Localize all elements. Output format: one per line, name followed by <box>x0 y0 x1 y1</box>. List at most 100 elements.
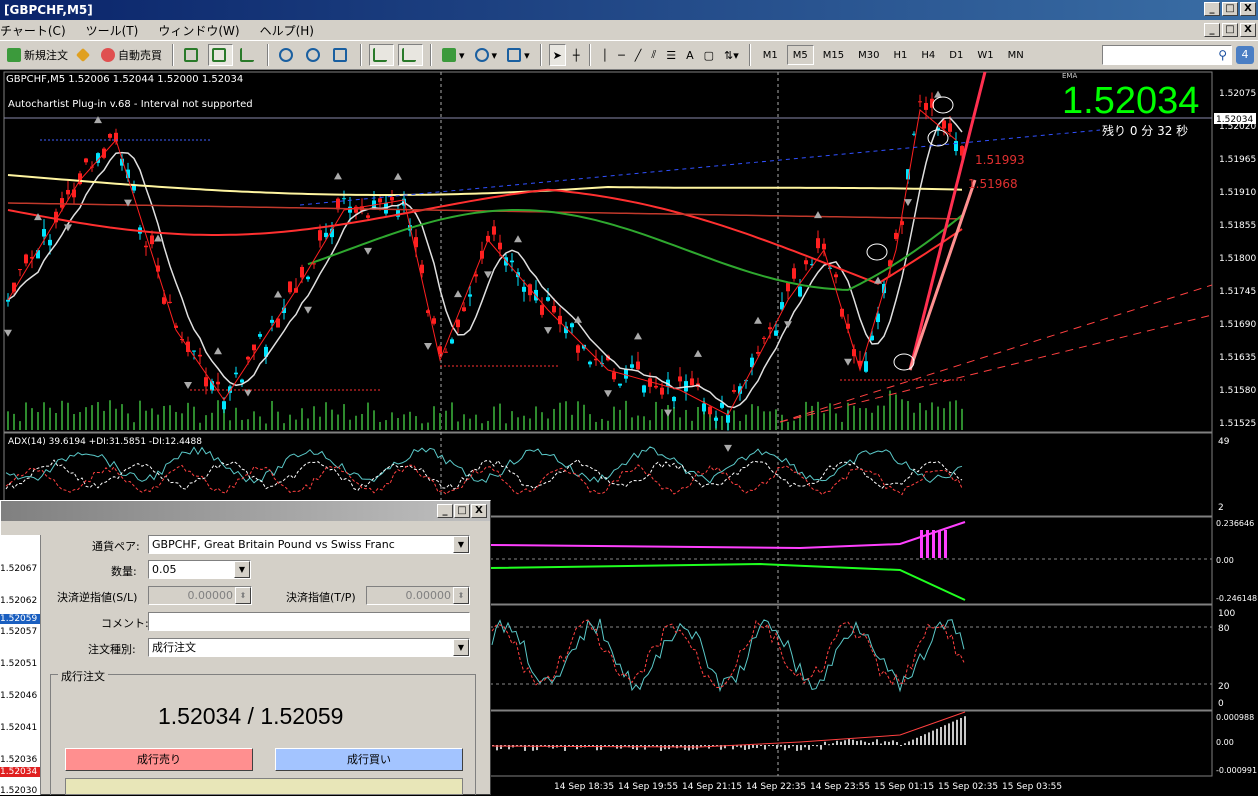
volume-bar <box>643 416 645 430</box>
volume-bar <box>439 413 441 430</box>
candle-body <box>66 189 70 195</box>
arrows-button[interactable]: ⇅▾ <box>721 44 742 66</box>
buy-button[interactable]: 成行買い <box>275 748 463 771</box>
bar-chart-button[interactable] <box>181 44 204 66</box>
trendline-button[interactable]: ╱ <box>632 44 645 66</box>
periods-button[interactable]: ▾ <box>472 44 501 66</box>
volume-bar <box>823 413 825 430</box>
stepper-icon[interactable]: ⬍ <box>453 587 469 604</box>
tf-m5[interactable]: M5 <box>786 45 814 65</box>
osc-bar <box>788 745 790 749</box>
tf-mn[interactable]: MN <box>1003 45 1029 65</box>
indicators-button[interactable]: ▾ <box>439 44 468 66</box>
volume-bar <box>121 404 123 430</box>
time-axis-label: 15 Sep 03:55 <box>1002 782 1062 792</box>
candle-body <box>576 345 580 353</box>
osc-bar <box>624 745 626 747</box>
separator <box>748 44 751 66</box>
volume-bar <box>841 421 843 430</box>
sell-button[interactable]: 成行売り <box>65 748 253 771</box>
volume-bar <box>7 411 9 430</box>
chevron-down-icon[interactable]: ▼ <box>453 536 469 553</box>
time-axis-label: 14 Sep 21:15 <box>682 782 742 792</box>
menu-window[interactable]: ウィンドウ(W) <box>148 22 249 39</box>
volume-bar <box>367 402 369 430</box>
candle-body <box>762 337 766 339</box>
osc-bar <box>824 741 826 745</box>
candle-body <box>432 318 436 324</box>
candle-body <box>150 235 154 245</box>
tf-m1[interactable]: M1 <box>758 45 783 65</box>
stepper-icon[interactable]: ⬍ <box>235 587 251 604</box>
menu-chart[interactable]: チャート(C) <box>0 22 76 39</box>
volume-select[interactable]: 0.05 ▼ <box>148 560 251 579</box>
autoscroll-button[interactable] <box>369 44 394 66</box>
minimize-button[interactable]: _ <box>1204 2 1220 16</box>
sl-value: 0.00000 <box>187 589 234 602</box>
menu-help[interactable]: ヘルプ(H) <box>250 22 324 39</box>
candle-body <box>660 387 664 395</box>
menu-tools[interactable]: ツール(T) <box>76 22 149 39</box>
channel-button[interactable]: ⫽ <box>648 44 659 66</box>
market-order-group-label: 成行注文 <box>58 668 108 684</box>
window-title: [GBPCHF,M5] <box>4 3 93 17</box>
label-button[interactable]: ▢ <box>701 44 717 66</box>
text-button[interactable]: A <box>683 44 697 66</box>
tf-w1[interactable]: W1 <box>972 45 998 65</box>
candle-body <box>672 396 676 402</box>
mdi-restore-button[interactable]: □ <box>1222 23 1238 37</box>
tf-m15[interactable]: M15 <box>818 45 849 65</box>
volume-bar <box>319 416 321 430</box>
maximize-button[interactable]: □ <box>1222 2 1238 16</box>
symbol-select[interactable]: GBPCHF, Great Britain Pound vs Swiss Fra… <box>148 535 470 554</box>
new-order-button[interactable]: 新規注文 <box>4 44 71 66</box>
line-chart-button[interactable] <box>237 44 260 66</box>
tile-windows-button[interactable] <box>330 44 353 66</box>
osc-bar <box>820 745 822 750</box>
candle-body <box>48 239 52 246</box>
candle-chart-button[interactable] <box>208 44 233 66</box>
info-bar <box>65 778 463 795</box>
horizontal-line-button[interactable]: ─ <box>615 44 628 66</box>
fractal-arrow <box>454 290 462 298</box>
dialog-minimize-button[interactable]: _ <box>437 504 453 518</box>
candle-body <box>378 198 382 203</box>
sl-field[interactable]: 0.00000 ⬍ <box>148 586 252 605</box>
pencil-button[interactable] <box>75 44 94 66</box>
cursor-button[interactable]: ➤ <box>548 44 566 66</box>
pattern-circle <box>866 243 888 261</box>
help-icon[interactable]: 4 <box>1236 46 1254 64</box>
volume-bar <box>187 402 189 430</box>
tf-h1[interactable]: H1 <box>889 45 913 65</box>
tf-h4[interactable]: H4 <box>916 45 940 65</box>
tp-label: 決済指値(T/P) <box>286 591 356 604</box>
volume-bar <box>265 423 267 430</box>
zoom-out-button[interactable] <box>303 44 326 66</box>
candle-body <box>726 414 730 423</box>
mdi-minimize-button[interactable]: _ <box>1204 23 1220 37</box>
candle-body <box>168 301 172 303</box>
dialog-close-button[interactable]: X <box>471 504 487 518</box>
mdi-close-button[interactable]: X <box>1240 23 1256 37</box>
order-type-select[interactable]: 成行注文 ▼ <box>148 638 470 657</box>
volume-bar <box>415 416 417 430</box>
tf-m30[interactable]: M30 <box>853 45 884 65</box>
osc-bar <box>864 741 866 745</box>
close-button[interactable]: X <box>1240 2 1256 16</box>
fibonacci-button[interactable]: ☰ <box>663 44 679 66</box>
chart-shift-button[interactable] <box>398 44 423 66</box>
chevron-down-icon[interactable]: ▼ <box>234 561 250 578</box>
auto-trade-button[interactable]: 自動売買 <box>98 44 165 66</box>
comment-input[interactable] <box>148 612 470 631</box>
volume-bar <box>763 411 765 430</box>
tp-field[interactable]: 0.00000 ⬍ <box>366 586 470 605</box>
dialog-maximize-button[interactable]: □ <box>454 504 470 518</box>
zoom-in-button[interactable] <box>276 44 299 66</box>
vertical-line-button[interactable]: │ <box>598 44 611 66</box>
templates-button[interactable]: ▾ <box>504 44 533 66</box>
chevron-down-icon[interactable]: ▼ <box>453 639 469 656</box>
candle-body <box>654 385 658 388</box>
tf-d1[interactable]: D1 <box>944 45 968 65</box>
crosshair-button[interactable]: ┼ <box>570 44 583 66</box>
search-input[interactable]: ⚲ <box>1102 45 1232 65</box>
